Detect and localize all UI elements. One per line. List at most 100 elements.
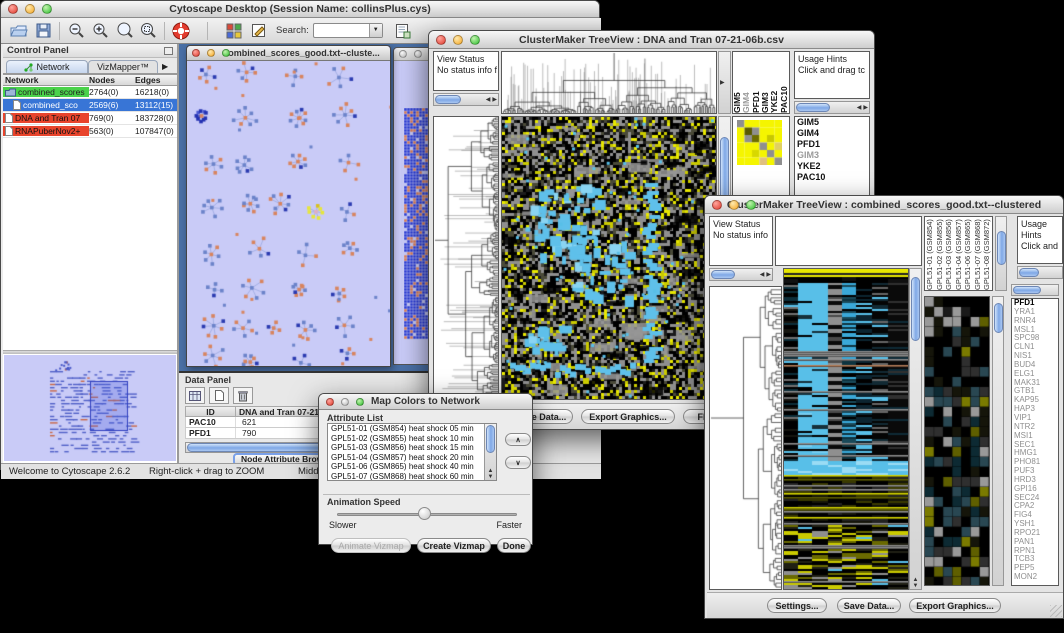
scrollbar-thumb[interactable] [994,303,1003,333]
search-dropdown-icon[interactable]: ▼ [369,24,382,37]
scroll-right-icon[interactable]: ▶ [862,105,869,111]
col-header-network[interactable]: Network [3,75,89,85]
gene-label[interactable]: GIM5 [795,117,869,128]
zoom-matrix-canvas[interactable] [737,120,782,165]
float-panel-icon[interactable] [164,47,173,55]
settings-button[interactable]: Settings... [767,598,827,613]
scroll-down-icon[interactable]: ▼ [487,474,495,480]
search-input[interactable]: ▼ [313,23,383,38]
open-session-button[interactable] [7,20,31,41]
network-row[interactable]: DNA and Tran 07 769(0) 183728(0) [3,112,177,125]
zoom-heatmap-panel[interactable] [924,296,990,586]
move-down-button[interactable]: ∨ [505,456,531,469]
network-row[interactable]: RNAPuberNov2+ 563(0) 107847(0) [3,125,177,138]
treeview2-titlebar[interactable]: ClusterMaker TreeView : combined_scores_… [705,196,1063,214]
column-label[interactable]: GIM4 [742,52,751,113]
view-status-hscrollbar[interactable]: ◀ ▶ [433,93,499,106]
attribute-item[interactable]: GPL51-02 (GSM855) heat shock 10 min [328,434,486,444]
column-dendrogram-panel[interactable] [501,51,717,114]
attribute-list[interactable]: GPL51-01 (GSM854) heat shock 05 minGPL51… [327,423,497,481]
col-header-edges[interactable]: Edges [135,75,177,85]
scrollbar-thumb[interactable] [796,103,830,112]
column-dendrogram-panel[interactable] [775,216,922,266]
minimize-icon[interactable] [207,49,215,57]
heatmap-canvas[interactable] [784,269,908,589]
usage-hscrollbar[interactable]: ◀ ▶ [794,101,870,114]
attribute-item[interactable]: GPL51-03 (GSM856) heat shock 15 min [328,443,486,453]
scroll-left-icon[interactable]: ◀ [485,97,492,103]
network-row-selected[interactable]: combined_sco 2569(6) 13112(15) [3,99,177,112]
close-icon[interactable] [399,50,407,58]
minimize-icon[interactable] [25,4,35,14]
slider-thumb[interactable] [418,507,431,520]
col-header-nodes[interactable]: Nodes [89,75,135,85]
zoom-window-icon[interactable] [356,398,364,406]
column-label[interactable]: GPL51-03 (GSM856) [944,217,954,290]
scroll-right-icon[interactable]: ▶ [765,272,772,278]
minimize-icon[interactable] [341,398,349,406]
heatmap-panel[interactable] [783,268,909,590]
scroll-left-icon[interactable]: ◀ [856,105,863,111]
scrollbar-thumb[interactable] [997,231,1006,265]
window-controls[interactable] [436,35,480,45]
export-graphics-button[interactable]: Export Graphics... [909,598,1001,613]
usage-hscrollbar[interactable] [1017,266,1063,279]
zoom-window-icon[interactable] [42,4,52,14]
minimize-icon[interactable] [729,200,739,210]
close-icon[interactable] [8,4,18,14]
cytoscape-titlebar[interactable]: Cytoscape Desktop (Session Name: collins… [1,1,599,18]
list-vscrollbar[interactable]: ▲ ▼ [484,424,496,480]
column-label[interactable]: GIM3 [761,52,770,113]
heatmap-canvas[interactable] [502,117,716,399]
window-controls[interactable] [8,4,52,14]
vizmapper-icon[interactable] [222,20,246,41]
resize-grip[interactable] [1050,605,1062,617]
panel-splitter[interactable] [3,350,177,354]
scroll-left-icon[interactable]: ◀ [759,272,766,278]
row-dendrogram-canvas[interactable] [434,117,498,399]
save-data-button[interactable]: Save Data... [837,598,901,613]
gene-label[interactable]: YKE2 [795,161,869,172]
zoom-window-icon[interactable] [746,200,756,210]
treeview1-titlebar[interactable]: ClusterMaker TreeView : DNA and Tran 07-… [429,31,874,49]
scroll-right-icon[interactable]: ▶ [491,97,498,103]
scrollbar-thumb[interactable] [1019,268,1039,277]
select-attributes-button[interactable] [185,387,205,404]
network-window-titlebar[interactable]: combined_scores_good.txt--cluste... [187,46,390,61]
done-button[interactable]: Done [497,538,531,553]
gene-label[interactable]: MON2 [1012,573,1058,582]
column-label[interactable]: GIM5 [733,52,742,113]
tab-network[interactable]: Network [6,60,88,73]
zoom-window-icon[interactable] [470,35,480,45]
network-view-window[interactable]: combined_scores_good.txt--cluste... [186,45,391,367]
import-table-icon[interactable] [391,20,415,41]
labels-vscrollbar[interactable] [995,216,1007,291]
birdseye-view[interactable] [4,355,176,461]
create-vizmap-button[interactable]: Create Vizmap [417,538,491,553]
dialog-titlebar[interactable]: Map Colors to Network [319,394,532,410]
new-attribute-button[interactable] [209,387,229,404]
scrollbar-thumb[interactable] [1013,286,1041,294]
help-lifering-icon[interactable] [169,20,193,41]
zoom-in-icon[interactable] [88,20,112,41]
column-label[interactable]: PAC10 [780,52,789,113]
row-dendrogram-canvas[interactable] [710,287,781,589]
tab-vizmapper[interactable]: VizMapper™ [88,60,158,73]
gene-label[interactable]: GIM4 [795,128,869,139]
scrollbar-thumb[interactable] [486,425,495,453]
attribute-item[interactable]: GPL51-06 (GSM865) heat shock 40 min [328,462,486,472]
zoom-selected-icon[interactable] [136,20,160,41]
gene-label[interactable]: PFD1 [795,139,869,150]
export-graphics-button[interactable]: Export Graphics... [581,409,675,424]
minimize-icon[interactable] [453,35,463,45]
heatmap-panel[interactable] [501,116,717,400]
zoom-heatmap-canvas[interactable] [925,297,989,585]
zoom-fit-icon[interactable] [112,20,136,41]
gene-list-hscrollbar[interactable] [1011,284,1059,296]
row-dendrogram-panel[interactable] [709,286,782,590]
close-icon[interactable] [712,200,722,210]
attribute-item[interactable]: GPL51-01 (GSM854) heat shock 05 min [328,424,486,434]
heatmap-vscrollbar[interactable]: ▲ ▼ [909,268,922,590]
minimize-icon[interactable] [414,50,422,58]
annotation-icon[interactable] [246,20,270,41]
